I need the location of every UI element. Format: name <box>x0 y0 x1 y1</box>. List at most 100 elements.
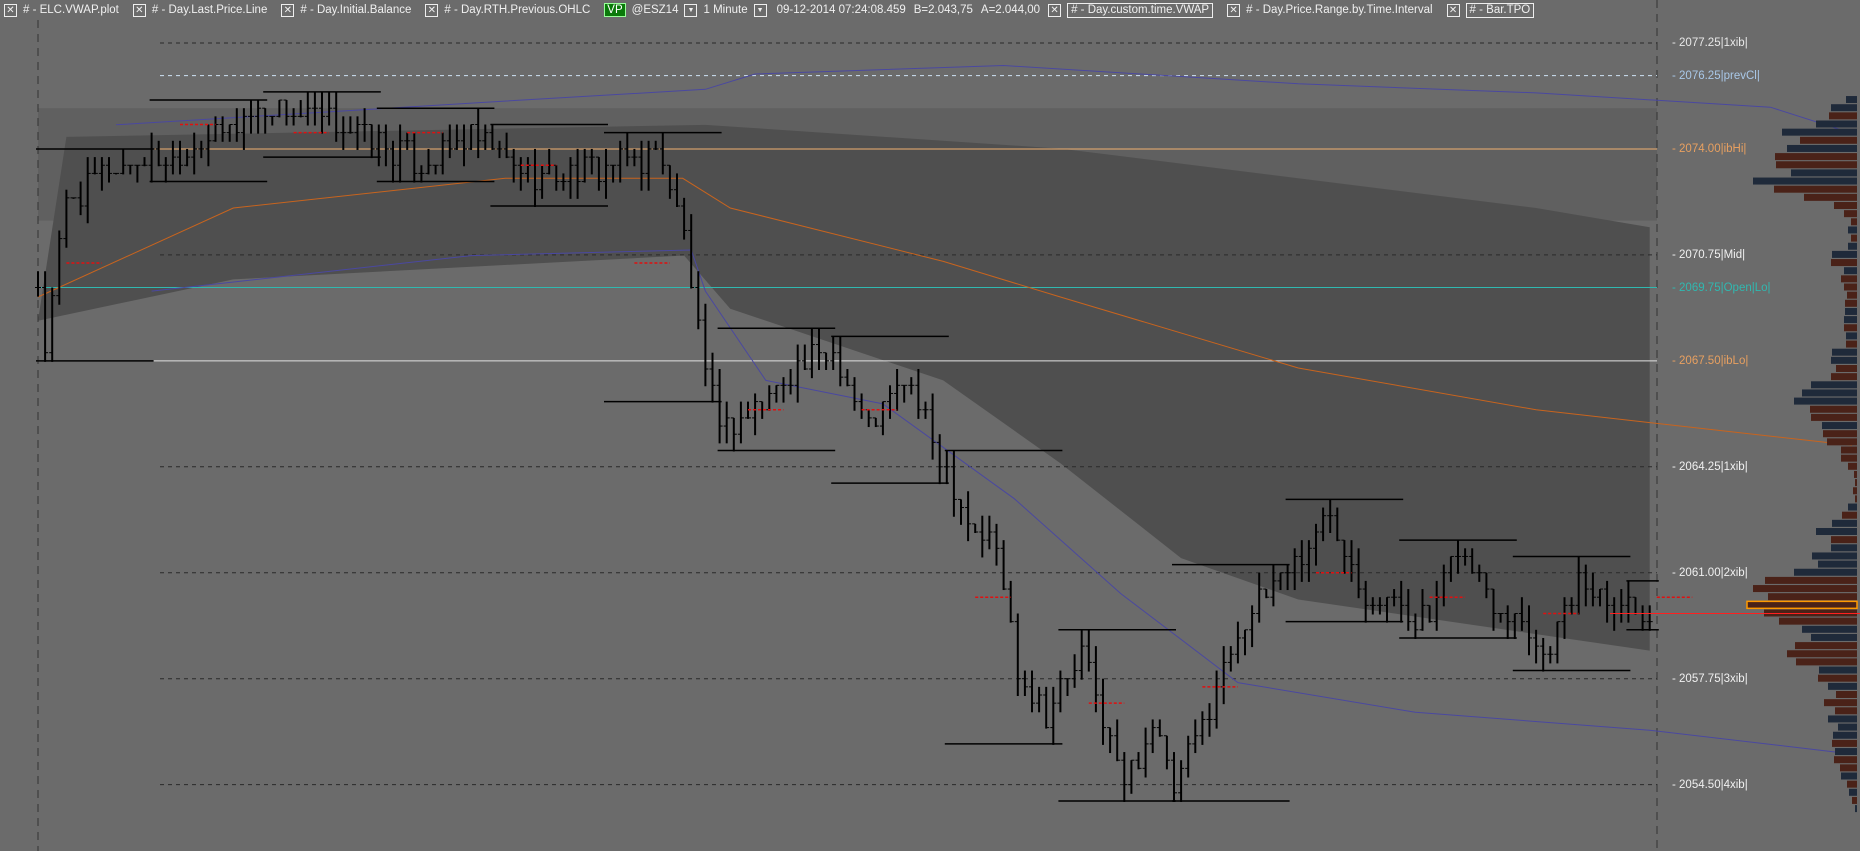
volume-profile-bar <box>1795 642 1857 650</box>
level-price: - <box>1672 69 1680 82</box>
volume-profile-bar <box>1775 153 1857 161</box>
volume-profile-bar <box>1832 348 1857 356</box>
indicator-rth-previous-ohlc[interactable]: ✕ # - Day.RTH.Previous.OHLC <box>425 3 590 17</box>
volume-profile-bar <box>1841 454 1857 462</box>
volume-profile-bar <box>1831 356 1857 364</box>
volume-profile-bar <box>1842 511 1857 519</box>
indicator-last-price-line[interactable]: ✕ # - Day.Last.Price.Line <box>132 3 267 17</box>
close-icon[interactable]: ✕ <box>425 3 439 17</box>
volume-profile-bar <box>1847 291 1857 299</box>
volume-profile-bar <box>1855 805 1857 813</box>
close-icon[interactable]: ✕ <box>4 3 17 17</box>
volume-profile-bar <box>1851 218 1857 226</box>
volume-profile-bar <box>1794 568 1857 576</box>
level-label: - 2067.50|ibLo| <box>1672 355 1748 367</box>
volume-profile-bar <box>1844 267 1857 275</box>
volume-profile-bar <box>1831 259 1857 267</box>
volume-profile-bar <box>1848 242 1857 250</box>
indicator-custom-time-vwap[interactable]: ✕ # - Day.custom.time.VWAP <box>1048 2 1214 18</box>
volume-profile-bar <box>1753 585 1857 593</box>
volume-profile-bar <box>1811 413 1857 421</box>
volume-profile-bar <box>1852 796 1857 804</box>
level-price: - <box>1672 672 1680 685</box>
volume-profile-bar <box>1849 788 1857 796</box>
poc-bar <box>1746 600 1858 610</box>
level-tag: |ibHi| <box>1720 142 1747 155</box>
volume-profile-bar <box>1838 723 1857 731</box>
volume-profile-bar <box>1800 136 1857 144</box>
level-label: - 2054.50|4xib| <box>1672 779 1748 791</box>
volume-profile-bar <box>1841 772 1857 780</box>
chevron-down-icon[interactable]: ▼ <box>753 3 767 17</box>
level-label: - 2069.75|Open|Lo| <box>1672 282 1771 294</box>
level-tag: |2xib| <box>1720 566 1748 579</box>
volume-profile-bar <box>1794 397 1857 405</box>
volume-profile-bar <box>1818 560 1857 568</box>
volume-profile-bar <box>1848 503 1857 511</box>
volume-profile-bar <box>1753 177 1857 185</box>
level-tag: |ibLo| <box>1720 354 1749 367</box>
volume-profile-bar <box>1824 699 1857 707</box>
volume-profile-bar <box>1844 283 1857 291</box>
level-price: 2061.00 <box>1679 566 1721 579</box>
volume-profile-bar <box>1831 373 1857 381</box>
volume-profile-bar <box>1832 519 1857 527</box>
level-price: - <box>1672 778 1680 791</box>
close-icon[interactable]: ✕ <box>1048 3 1062 17</box>
volume-profile-bar <box>1823 430 1857 438</box>
indicator-bar-tpo[interactable]: ✕ # - Bar.TPO <box>1446 2 1535 18</box>
volume-profile-bar <box>1827 438 1857 446</box>
level-label: - 2064.25|1xib| <box>1672 461 1748 473</box>
volume-profile-bar <box>1832 250 1857 258</box>
level-price: - <box>1672 142 1680 155</box>
volume-profile-bar <box>1841 275 1857 283</box>
volume-profile-bar <box>1844 210 1857 218</box>
vp-badge[interactable]: VP <box>604 3 626 17</box>
level-price: 2064.25 <box>1679 460 1721 473</box>
volume-profile-bar <box>1765 576 1857 584</box>
indicator-price-range-by-time[interactable]: ✕ # - Day.Price.Range.by.Time.Interval <box>1227 3 1433 17</box>
volume-profile-bar <box>1811 381 1857 389</box>
indicator-elc-vwap[interactable]: ✕ # - ELC.VWAP.plot <box>4 3 119 17</box>
level-tag: |3xib| <box>1720 672 1748 685</box>
level-price: - <box>1672 460 1680 473</box>
level-price: - <box>1672 566 1680 579</box>
volume-profile-bar <box>1776 161 1857 169</box>
close-icon[interactable]: ✕ <box>281 3 295 17</box>
volume-profile-bar <box>1787 650 1857 658</box>
level-label: - 2074.00|ibHi| <box>1672 143 1746 155</box>
level-label: - 2061.00|2xib| <box>1672 567 1748 579</box>
close-icon[interactable]: ✕ <box>1446 3 1460 17</box>
volume-profile-bar <box>1834 756 1857 764</box>
volume-profile-bar <box>1844 316 1857 324</box>
close-icon[interactable]: ✕ <box>132 3 146 17</box>
volume-profile-bar <box>1836 691 1857 698</box>
volume-profile-bar <box>1845 307 1857 315</box>
chevron-down-icon[interactable]: ▼ <box>684 3 698 17</box>
volume-profile-bar <box>1816 120 1857 128</box>
volume-profile-bar <box>1811 633 1857 641</box>
volume-profile-bar <box>1768 593 1857 601</box>
volume-profile-bar <box>1782 128 1857 136</box>
price-chart[interactable] <box>0 0 1860 851</box>
volume-profile-bar <box>1832 739 1857 747</box>
level-price: 2076.25 <box>1679 69 1721 82</box>
volume-profile-bar <box>1810 405 1857 413</box>
volume-profile-bar <box>1835 707 1857 715</box>
volume-profile-bar <box>1822 422 1857 430</box>
close-icon[interactable]: ✕ <box>1227 3 1241 17</box>
volume-profile-bar <box>1836 365 1857 372</box>
volume-profile-bar <box>1802 389 1857 397</box>
indicator-initial-balance[interactable]: ✕ # - Day.Initial.Balance <box>281 3 411 17</box>
datetime: 09-12-2014 07:24:08.459 <box>776 4 906 16</box>
volume-profile-bar <box>1812 552 1857 560</box>
level-tag: |1xib| <box>1720 37 1748 49</box>
volume-profile-bar <box>1829 112 1857 120</box>
volume-profile-bar <box>1841 446 1857 454</box>
volume-profile-bar <box>1846 340 1857 348</box>
level-price: - <box>1672 354 1680 367</box>
volume-profile-bar <box>1834 202 1857 209</box>
level-price: 2074.00 <box>1679 142 1721 155</box>
volume-profile-bar <box>1831 544 1857 552</box>
volume-profile-bar <box>1828 682 1857 690</box>
